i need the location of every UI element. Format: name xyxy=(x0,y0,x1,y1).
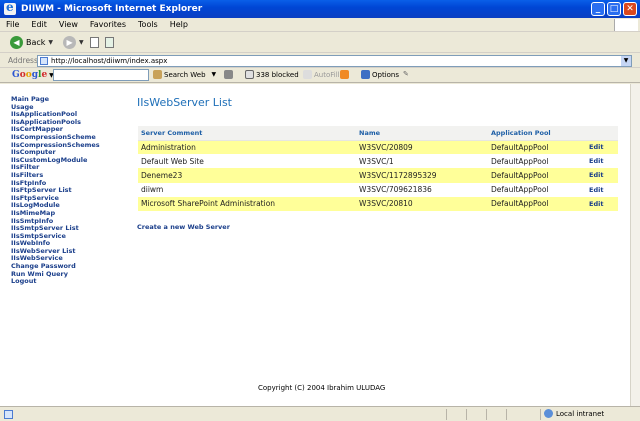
table-row: Deneme23 W3SVC/1172895329 DefaultAppPool… xyxy=(138,168,618,183)
security-zone: Local intranet xyxy=(544,409,604,418)
menu-view[interactable]: View xyxy=(53,20,84,29)
google-logo[interactable]: Google xyxy=(12,70,47,80)
cell-server-comment: Default Web Site xyxy=(138,154,356,169)
page-content: Main Page Usage IIsApplicationPool IIsAp… xyxy=(0,84,630,406)
status-bar: Local intranet xyxy=(0,406,640,421)
back-arrow-icon[interactable]: ◀ xyxy=(10,36,23,49)
standard-toolbar: ◀ Back ▼ ▶ ▼ xyxy=(0,33,640,53)
status-divider xyxy=(466,409,467,420)
refresh-icon[interactable] xyxy=(104,37,114,48)
column-header-actions xyxy=(586,126,618,141)
news-icon[interactable] xyxy=(224,70,235,79)
maximize-button[interactable]: □ xyxy=(607,2,621,16)
google-search-input[interactable] xyxy=(53,69,149,81)
page-icon xyxy=(40,57,48,65)
back-dropdown-icon[interactable]: ▼ xyxy=(48,39,53,46)
address-input[interactable]: http://localhost/diiwm/index.aspx ▼ xyxy=(37,55,632,67)
cell-name: W3SVC/20809 xyxy=(356,140,488,155)
search-web-icon xyxy=(153,70,162,79)
autofill-button[interactable]: AutoFill xyxy=(303,70,340,79)
cell-application-pool: DefaultAppPool xyxy=(488,182,586,197)
edit-link[interactable]: Edit xyxy=(586,154,618,169)
menu-file[interactable]: File xyxy=(0,20,25,29)
pencil-icon[interactable]: ✎ xyxy=(403,70,409,78)
table-header-row: Server Comment Name Application Pool xyxy=(138,126,618,141)
cell-name: W3SVC/1172895329 xyxy=(356,168,488,183)
server-table: Server Comment Name Application Pool Adm… xyxy=(138,126,618,211)
forward-dropdown-icon[interactable]: ▼ xyxy=(79,39,84,46)
cell-application-pool: DefaultAppPool xyxy=(488,154,586,169)
intranet-globe-icon xyxy=(544,409,553,418)
cell-server-comment: Administration xyxy=(138,140,356,155)
menu-help[interactable]: Help xyxy=(164,20,194,29)
edit-link[interactable]: Edit xyxy=(586,196,618,211)
cell-application-pool: DefaultAppPool xyxy=(488,196,586,211)
table-row: diiwm W3SVC/709621836 DefaultAppPool Edi… xyxy=(138,182,618,197)
window-title: DIIWM - Microsoft Internet Explorer xyxy=(21,4,203,14)
address-label: Address xyxy=(8,56,38,65)
cell-name: W3SVC/20810 xyxy=(356,196,488,211)
stop-icon[interactable] xyxy=(89,37,99,48)
table-row: Default Web Site W3SVC/1 DefaultAppPool … xyxy=(138,154,618,169)
vertical-scrollbar[interactable] xyxy=(630,84,640,406)
options-icon xyxy=(361,70,370,79)
address-dropdown-icon[interactable]: ▼ xyxy=(621,56,631,66)
table-row: Administration W3SVC/20809 DefaultAppPoo… xyxy=(138,140,618,155)
close-button[interactable]: ✕ xyxy=(623,2,637,16)
column-header-server-comment: Server Comment xyxy=(138,126,356,141)
minimize-button[interactable]: _ xyxy=(591,2,605,16)
menu-bar: File Edit View Favorites Tools Help xyxy=(0,18,640,32)
cell-name: W3SVC/709621836 xyxy=(356,182,488,197)
table-row: Microsoft SharePoint Administration W3SV… xyxy=(138,196,618,211)
cell-server-comment: Deneme23 xyxy=(138,168,356,183)
address-url[interactable]: http://localhost/diiwm/index.aspx xyxy=(51,57,167,65)
status-divider xyxy=(540,409,541,420)
search-web-button[interactable]: Search Web ▼ xyxy=(153,70,216,79)
page-status-icon xyxy=(4,410,13,419)
status-divider xyxy=(506,409,507,420)
cell-server-comment: diiwm xyxy=(138,182,356,197)
options-button[interactable]: Options xyxy=(361,70,399,79)
menu-tools[interactable]: Tools xyxy=(132,20,164,29)
status-divider xyxy=(486,409,487,420)
back-button-label[interactable]: Back xyxy=(26,38,45,47)
edit-link[interactable]: Edit xyxy=(586,140,618,155)
sidebar-nav: Main Page Usage IIsApplicationPool IIsAp… xyxy=(11,95,131,286)
cell-server-comment: Microsoft SharePoint Administration xyxy=(138,196,356,211)
column-header-application-pool: Application Pool xyxy=(488,126,586,141)
ie-icon xyxy=(4,0,16,15)
cell-name: W3SVC/1 xyxy=(356,154,488,169)
forward-arrow-icon[interactable]: ▶ xyxy=(63,36,77,49)
cell-application-pool: DefaultAppPool xyxy=(488,140,586,155)
page-title: IIsWebServer List xyxy=(137,96,232,109)
popup-blocked-icon xyxy=(245,70,254,79)
menu-favorites[interactable]: Favorites xyxy=(84,20,132,29)
sidebar-item-logout[interactable]: Logout xyxy=(11,278,131,286)
menu-edit[interactable]: Edit xyxy=(25,20,53,29)
create-web-server-link[interactable]: Create a new Web Server xyxy=(137,223,230,231)
copyright-footer: Copyright (C) 2004 Ibrahim ULUDAG xyxy=(258,384,386,392)
title-bar: DIIWM - Microsoft Internet Explorer _ □ … xyxy=(0,0,640,18)
window-controls: _ □ ✕ xyxy=(591,2,637,16)
edit-link[interactable]: Edit xyxy=(586,182,618,197)
search-web-dropdown-icon[interactable]: ▼ xyxy=(212,71,217,78)
windows-logo-icon xyxy=(614,19,638,31)
status-divider xyxy=(446,409,447,420)
address-bar: Address http://localhost/diiwm/index.asp… xyxy=(0,54,640,68)
cell-application-pool: DefaultAppPool xyxy=(488,168,586,183)
popup-blocker-button[interactable]: 338 blocked xyxy=(245,70,299,79)
google-toolbar: Google ▼ Search Web ▼ 338 blocked AutoFi… xyxy=(0,68,640,83)
autofill-icon xyxy=(303,70,312,79)
blogger-icon[interactable] xyxy=(340,70,351,79)
edit-link[interactable]: Edit xyxy=(586,168,618,183)
column-header-name: Name xyxy=(356,126,488,141)
